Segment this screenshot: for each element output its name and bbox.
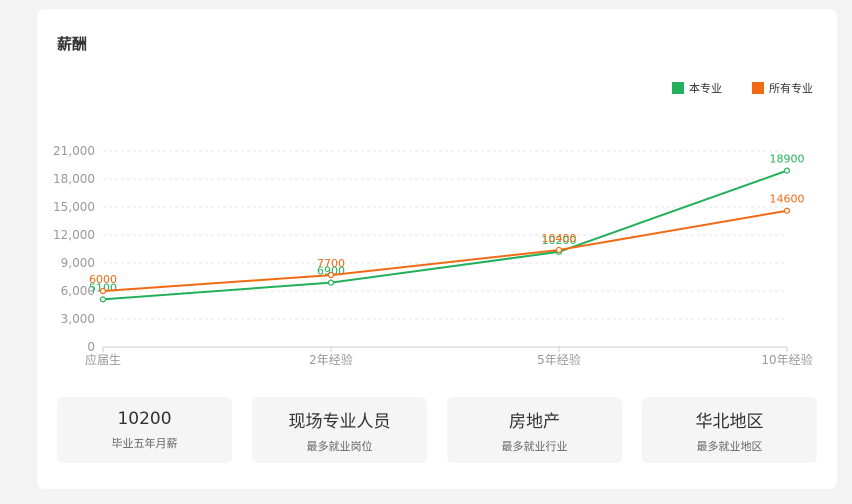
stat-value: 现场专业人员: [288, 411, 391, 432]
y-tick-label: 15,000: [53, 200, 95, 214]
data-label: 14600: [770, 193, 805, 206]
stat-label: 最多就业地区: [696, 439, 763, 453]
data-label: 10400: [542, 232, 577, 245]
stat-value: 10200: [117, 409, 172, 429]
data-point: [99, 296, 107, 303]
x-tick-label: 2年经验: [309, 352, 353, 367]
salary-line-chart: 03,0006,0009,00012,00015,00018,00021,000…: [53, 144, 813, 367]
x-tick-label: 10年经验: [761, 352, 812, 367]
stat-card-position: 现场专业人员 最多就业岗位: [252, 397, 427, 463]
y-tick-label: 12,000: [53, 228, 95, 242]
stat-label: 最多就业行业: [501, 439, 568, 453]
data-point: [327, 272, 335, 279]
series-line: [102, 209, 788, 292]
salary-card: 薪酬 本专业 所有专业 0 3,000 6,000 9,000 12,000 15,000…: [37, 9, 837, 489]
data-point: [327, 279, 335, 286]
y-tick-label: 18,000: [53, 172, 95, 186]
x-tick-label: 应届生: [85, 352, 121, 367]
data-point: [555, 246, 563, 254]
stat-label: 最多就业岗位: [306, 439, 373, 453]
stat-label: 毕业五年月薪: [111, 437, 178, 450]
y-tick-label: 9,000: [61, 256, 95, 270]
stat-value: 华北地区: [695, 411, 764, 432]
data-label: 7700: [317, 257, 345, 270]
stat-value: 房地产: [509, 411, 560, 432]
stat-card-region: 华北地区 最多就业地区: [642, 397, 817, 463]
data-label: 18900: [770, 153, 805, 166]
x-tick-label: 5年经验: [537, 352, 581, 367]
y-tick-label: 3,000: [61, 312, 95, 326]
stat-row: 10200 毕业五年月薪 现场专业人员 最多就业岗位 房地产 最多就业行业 华北…: [57, 397, 817, 463]
y-tick-label: 0: [87, 340, 95, 354]
stat-card-salary: 10200 毕业五年月薪: [57, 397, 232, 463]
data-point: [783, 167, 791, 174]
data-point: [99, 287, 107, 295]
data-point: [783, 207, 791, 214]
data-label: 6000: [89, 273, 117, 286]
y-tick-label: 21,000: [53, 144, 95, 158]
stat-card-industry: 房地产 最多就业行业: [447, 397, 622, 463]
